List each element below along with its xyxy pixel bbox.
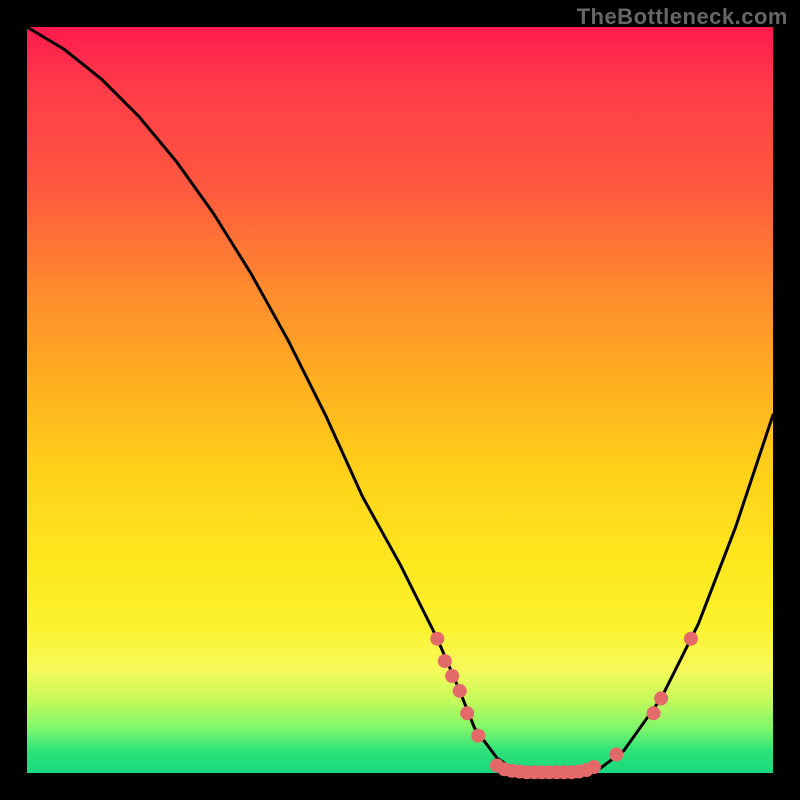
marker-dot [587, 760, 601, 774]
marker-dot [453, 684, 467, 698]
marker-dot [460, 706, 474, 720]
marker-dot [430, 632, 444, 646]
marker-dot [654, 691, 668, 705]
bottleneck-curve [27, 27, 773, 773]
marker-dot [445, 669, 459, 683]
watermark-text: TheBottleneck.com [577, 4, 788, 30]
marker-dot [471, 729, 485, 743]
marker-dot [647, 706, 661, 720]
marker-dot [438, 654, 452, 668]
marker-dot [684, 632, 698, 646]
chart-container: TheBottleneck.com [0, 0, 800, 800]
curve-overlay [27, 27, 773, 773]
marker-dot [609, 747, 623, 761]
